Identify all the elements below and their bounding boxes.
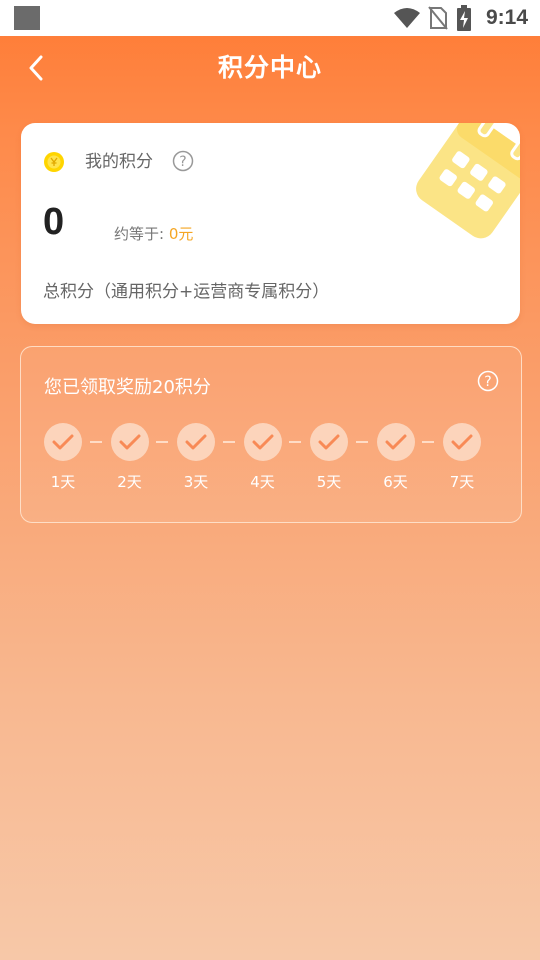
day-label: 4天: [250, 473, 275, 491]
approx-label: 约等于:: [114, 225, 169, 243]
status-bar: 9:14: [0, 0, 540, 36]
calendar-icon: [416, 123, 520, 239]
signin-day: 5天: [309, 423, 349, 503]
signin-days: 1天 2天 3天 4天 5天 6天 7天: [43, 423, 503, 503]
check-icon: [451, 434, 473, 450]
day-label: 5天: [316, 473, 342, 491]
check-icon: [119, 434, 140, 450]
battery-charging-icon: [456, 5, 471, 31]
svg-text:?: ?: [179, 154, 186, 170]
check-icon: [252, 434, 273, 450]
status-time: 9:14: [485, 6, 528, 29]
day-label: 1天: [50, 473, 76, 491]
day-label: 3天: [183, 473, 209, 491]
day-connector: [422, 441, 434, 443]
signin-day: 7天: [442, 423, 482, 503]
signin-day: 2天: [110, 423, 150, 503]
signin-day: 1天: [43, 423, 83, 503]
day-label: 6天: [383, 473, 408, 491]
day-check-circle: [177, 423, 215, 461]
signin-title: 您已领取奖励20积分: [44, 377, 211, 398]
signin-day: 3天: [176, 423, 216, 503]
help-icon[interactable]: ?: [477, 370, 499, 392]
day-connector: [289, 441, 301, 443]
points-card: 我的积分 ? 0 约等于: 0元 总积分（通用积分+运营商专属积分）: [21, 123, 520, 324]
signin-panel: 您已领取奖励20积分 ? 1天 2天 3天 4天 5天 6天 7天: [20, 346, 522, 523]
day-check-circle: [110, 423, 149, 461]
status-icons: 9:14: [393, 4, 528, 32]
day-label: 2天: [117, 473, 142, 491]
coin-icon: [44, 152, 64, 172]
no-sim-icon: [428, 6, 448, 30]
check-icon: [385, 434, 406, 450]
check-icon: [318, 434, 340, 450]
page-title: 积分中心: [217, 53, 322, 82]
points-title: 我的积分: [85, 152, 153, 172]
day-check-circle: [443, 423, 481, 461]
day-connector: [89, 441, 102, 443]
approx-value-text: 约等于: 0元: [114, 223, 193, 244]
day-connector: [222, 441, 235, 443]
day-check-circle: [243, 423, 282, 461]
app-icon: [14, 6, 40, 30]
day-check-circle: [310, 423, 348, 461]
check-icon: [185, 434, 207, 450]
help-icon[interactable]: ?: [172, 150, 194, 172]
day-check-circle: [44, 423, 82, 461]
total-points-description: 总积分（通用积分+运营商专属积分）: [43, 282, 330, 302]
check-icon: [52, 434, 74, 450]
points-value: 0: [43, 201, 65, 243]
signin-day: 4天: [243, 423, 283, 503]
signin-day: 6天: [376, 423, 416, 503]
day-connector: [355, 441, 368, 443]
svg-text:?: ?: [484, 374, 491, 390]
day-label: 7天: [449, 473, 475, 491]
approx-value: 0元: [168, 225, 194, 243]
wifi-icon: [393, 8, 420, 28]
day-connector: [156, 441, 168, 443]
header-bar: 积分中心: [0, 36, 540, 100]
day-check-circle: [376, 423, 415, 461]
